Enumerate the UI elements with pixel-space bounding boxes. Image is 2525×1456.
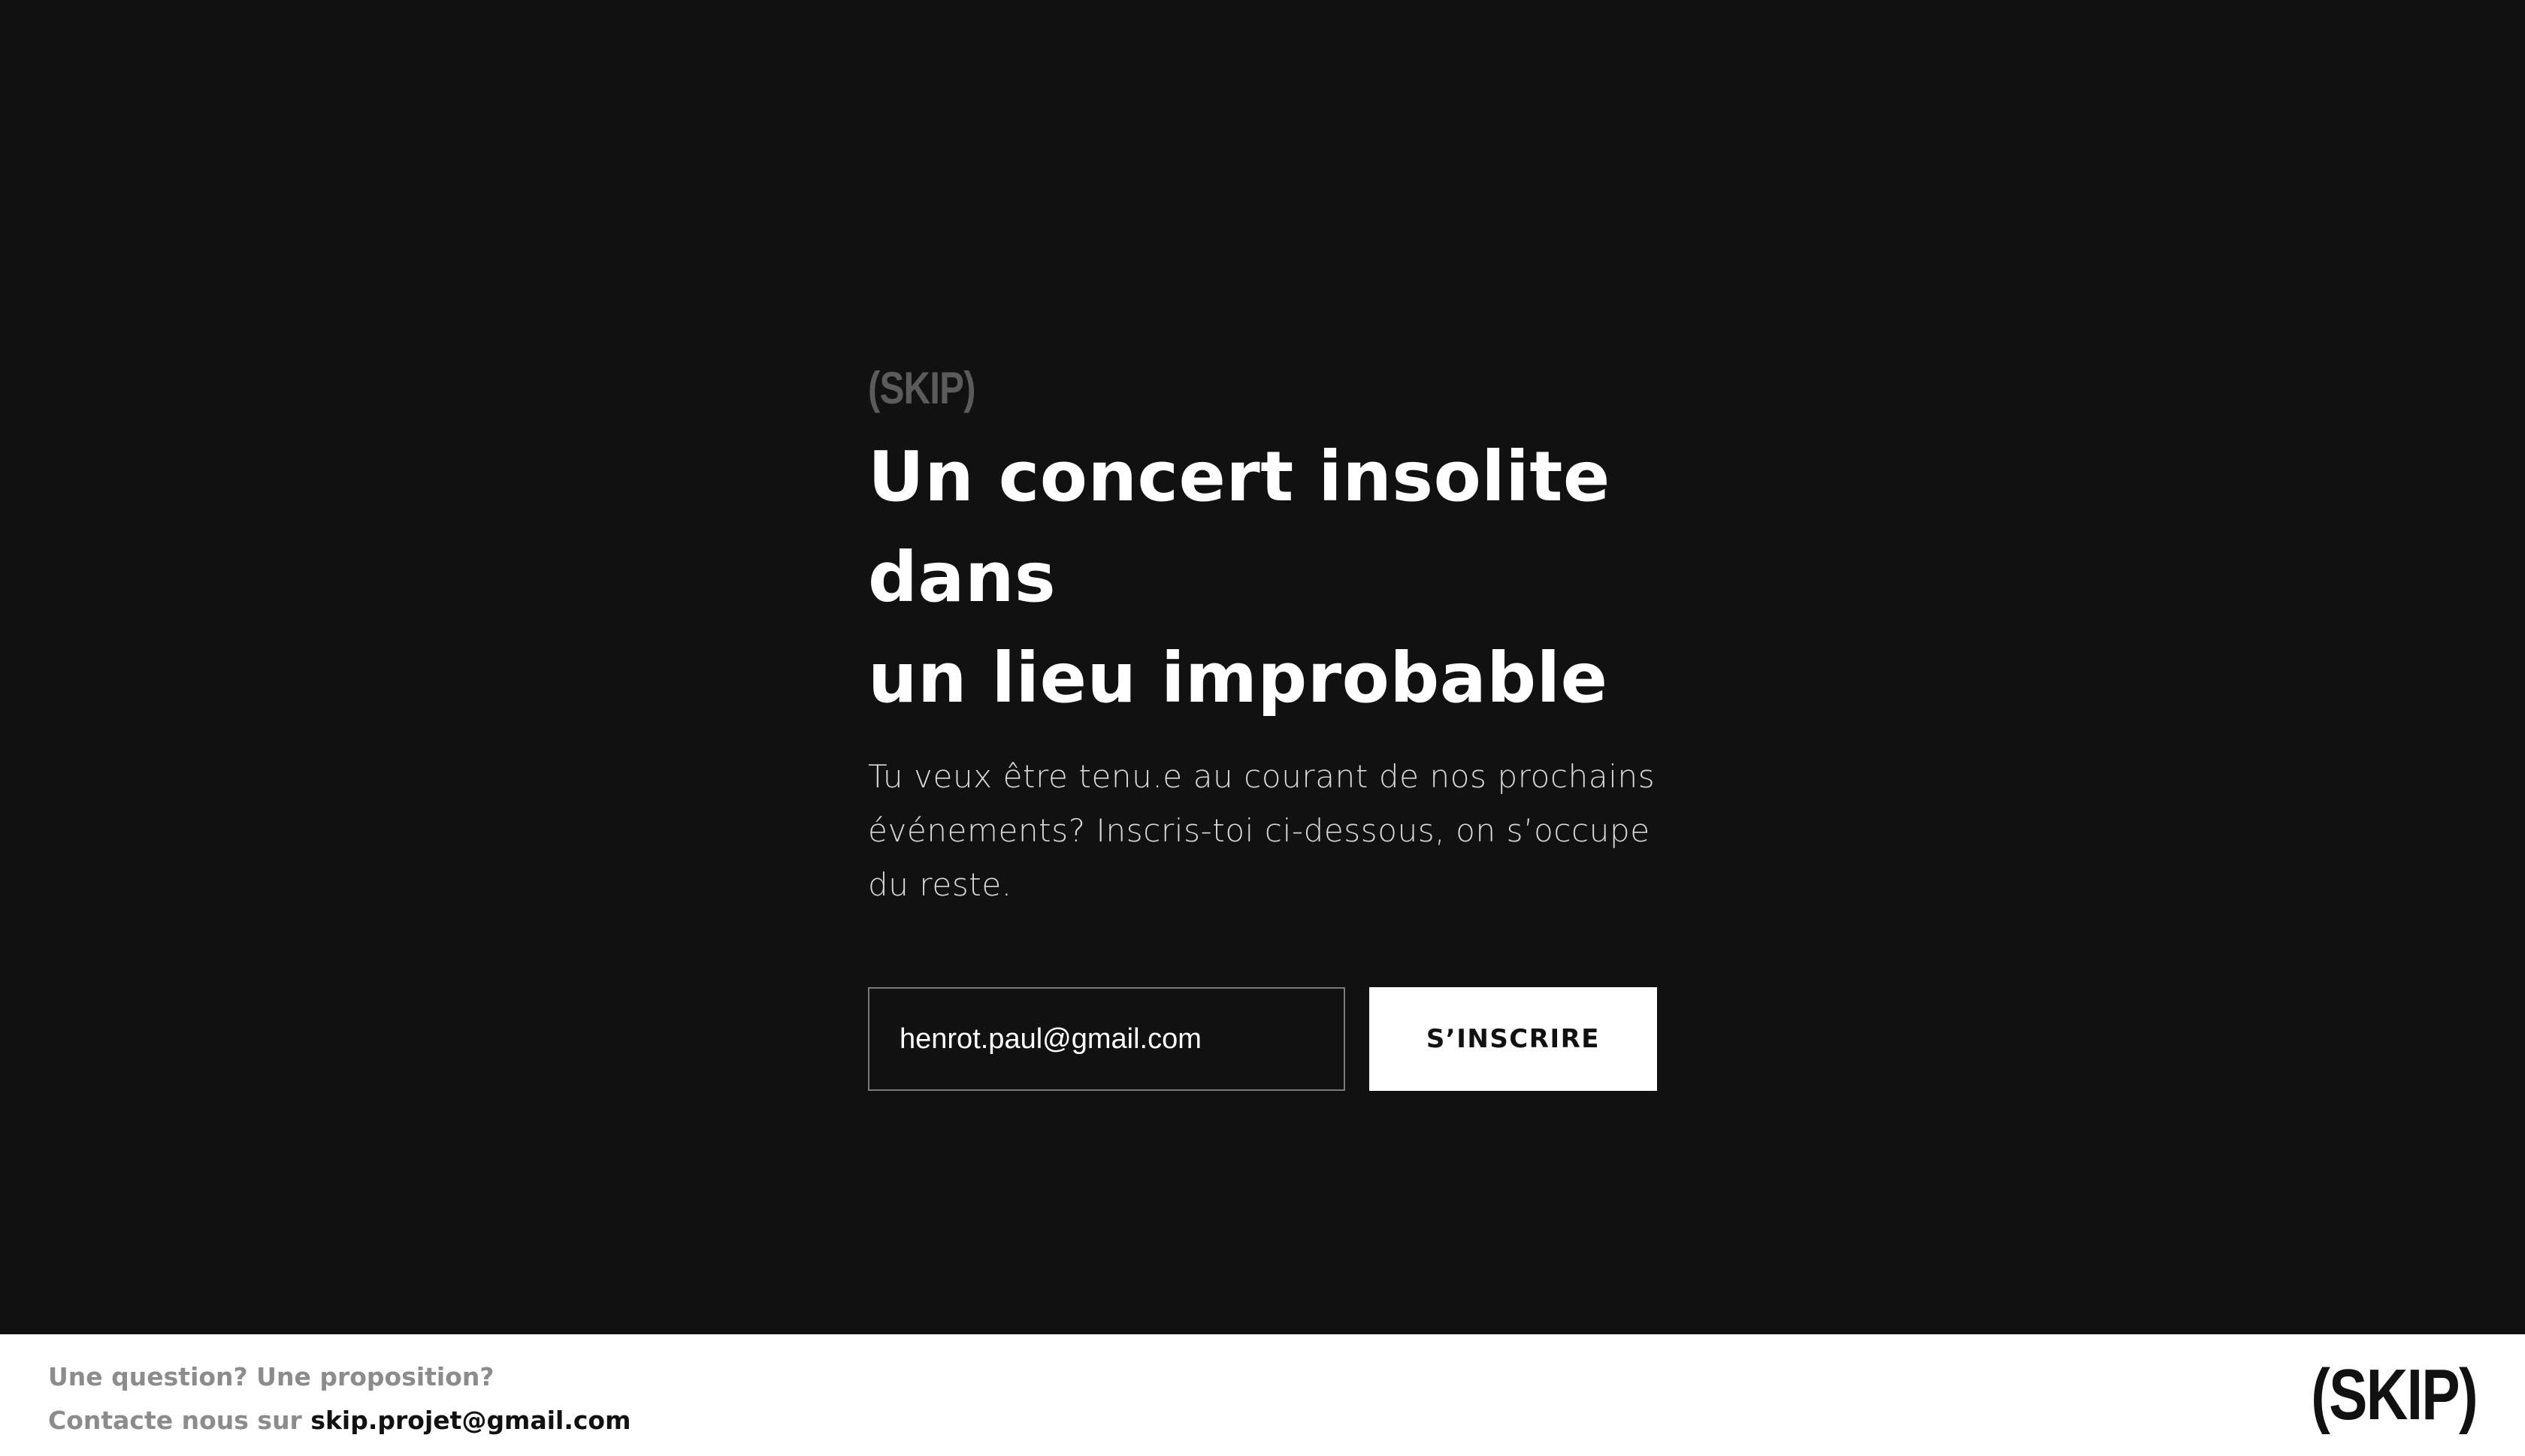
- headline-line-2: un lieu improbable: [868, 638, 1608, 718]
- hero-section: (SKIP) Un concert insolite dans un lieu …: [0, 0, 2525, 1334]
- signup-form: S’INSCRIRE: [868, 987, 1657, 1091]
- footer-logo: (SKIP): [2311, 1355, 2478, 1435]
- email-field[interactable]: [868, 987, 1345, 1091]
- footer-contact-prefix: Contacte nous sur: [48, 1406, 302, 1435]
- footer-contact-line: Contacte nous sur skip.projet@gmail.com: [48, 1399, 631, 1442]
- eyebrow-logo: (SKIP): [868, 363, 975, 413]
- footer-contact: Une question? Une proposition? Contacte …: [48, 1355, 631, 1442]
- page-title: Un concert insolite dans un lieu improba…: [868, 427, 1657, 729]
- contact-email-link[interactable]: skip.projet@gmail.com: [310, 1406, 630, 1435]
- headline-line-1: Un concert insolite dans: [868, 436, 1610, 618]
- hero-content: (SKIP) Un concert insolite dans un lieu …: [868, 359, 1657, 1091]
- description-text: Tu veux être tenu.e au courant de nos pr…: [868, 758, 1656, 903]
- subscribe-button[interactable]: S’INSCRIRE: [1368, 987, 1657, 1091]
- footer-question: Une question? Une proposition?: [48, 1362, 494, 1391]
- footer: Une question? Une proposition? Contacte …: [0, 1334, 2525, 1456]
